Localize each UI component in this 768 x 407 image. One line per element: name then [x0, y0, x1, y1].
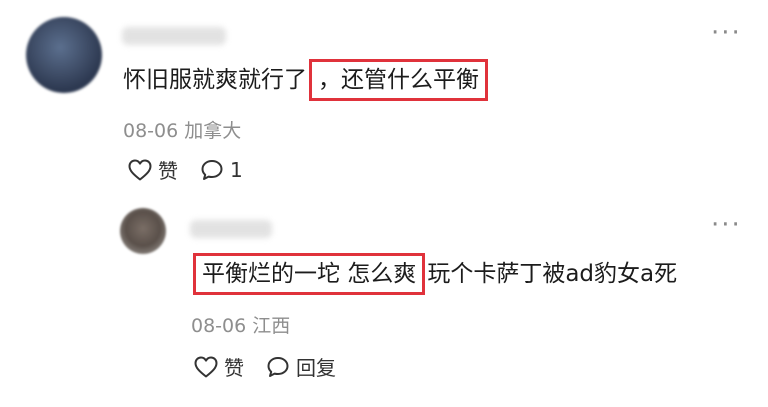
- comment-text-plain: 玩个卡萨丁被ad豹女a死: [427, 261, 678, 287]
- reply-label: 回复: [296, 356, 336, 380]
- avatar[interactable]: [26, 17, 102, 93]
- highlighted-text: 平衡烂的一坨 怎么爽: [193, 253, 426, 295]
- comment-meta: 08-06 加拿大: [123, 116, 241, 143]
- comment-meta: 08-06 江西: [191, 311, 290, 338]
- like-label: 赞: [158, 159, 178, 183]
- more-dots-icon[interactable]: ···: [711, 20, 742, 46]
- comment-location: 加拿大: [184, 120, 242, 142]
- highlighted-text: ，还管什么平衡: [309, 59, 488, 101]
- reply-count: 1: [230, 157, 243, 182]
- username-blurred[interactable]: [190, 220, 272, 238]
- speech-bubble-icon: [267, 356, 289, 377]
- like-button[interactable]: 赞: [128, 155, 178, 184]
- heart-outline-icon: [194, 356, 218, 377]
- like-button[interactable]: 赞: [194, 352, 244, 381]
- comment-location: 江西: [252, 315, 291, 337]
- comment-date: 08-06: [123, 120, 179, 142]
- comment-actions: 赞 1: [128, 155, 265, 184]
- avatar[interactable]: [120, 208, 166, 254]
- reply-count-button[interactable]: 1: [200, 158, 243, 182]
- comment-date: 08-06: [191, 315, 247, 337]
- heart-outline-icon: [128, 159, 152, 180]
- like-label: 赞: [224, 356, 244, 380]
- reply-button[interactable]: 回复: [266, 352, 336, 381]
- comment-text-plain: 怀旧服就爽就行了: [123, 67, 307, 93]
- more-dots-icon[interactable]: ···: [711, 212, 742, 238]
- comment-text: 怀旧服就爽就行了 ，还管什么平衡: [123, 59, 490, 101]
- speech-bubble-icon: [201, 159, 223, 180]
- username-blurred[interactable]: [122, 27, 226, 45]
- comment-text: 平衡烂的一坨 怎么爽 玩个卡萨丁被ad豹女a死: [191, 253, 678, 295]
- comment-actions: 赞 回复: [194, 352, 358, 381]
